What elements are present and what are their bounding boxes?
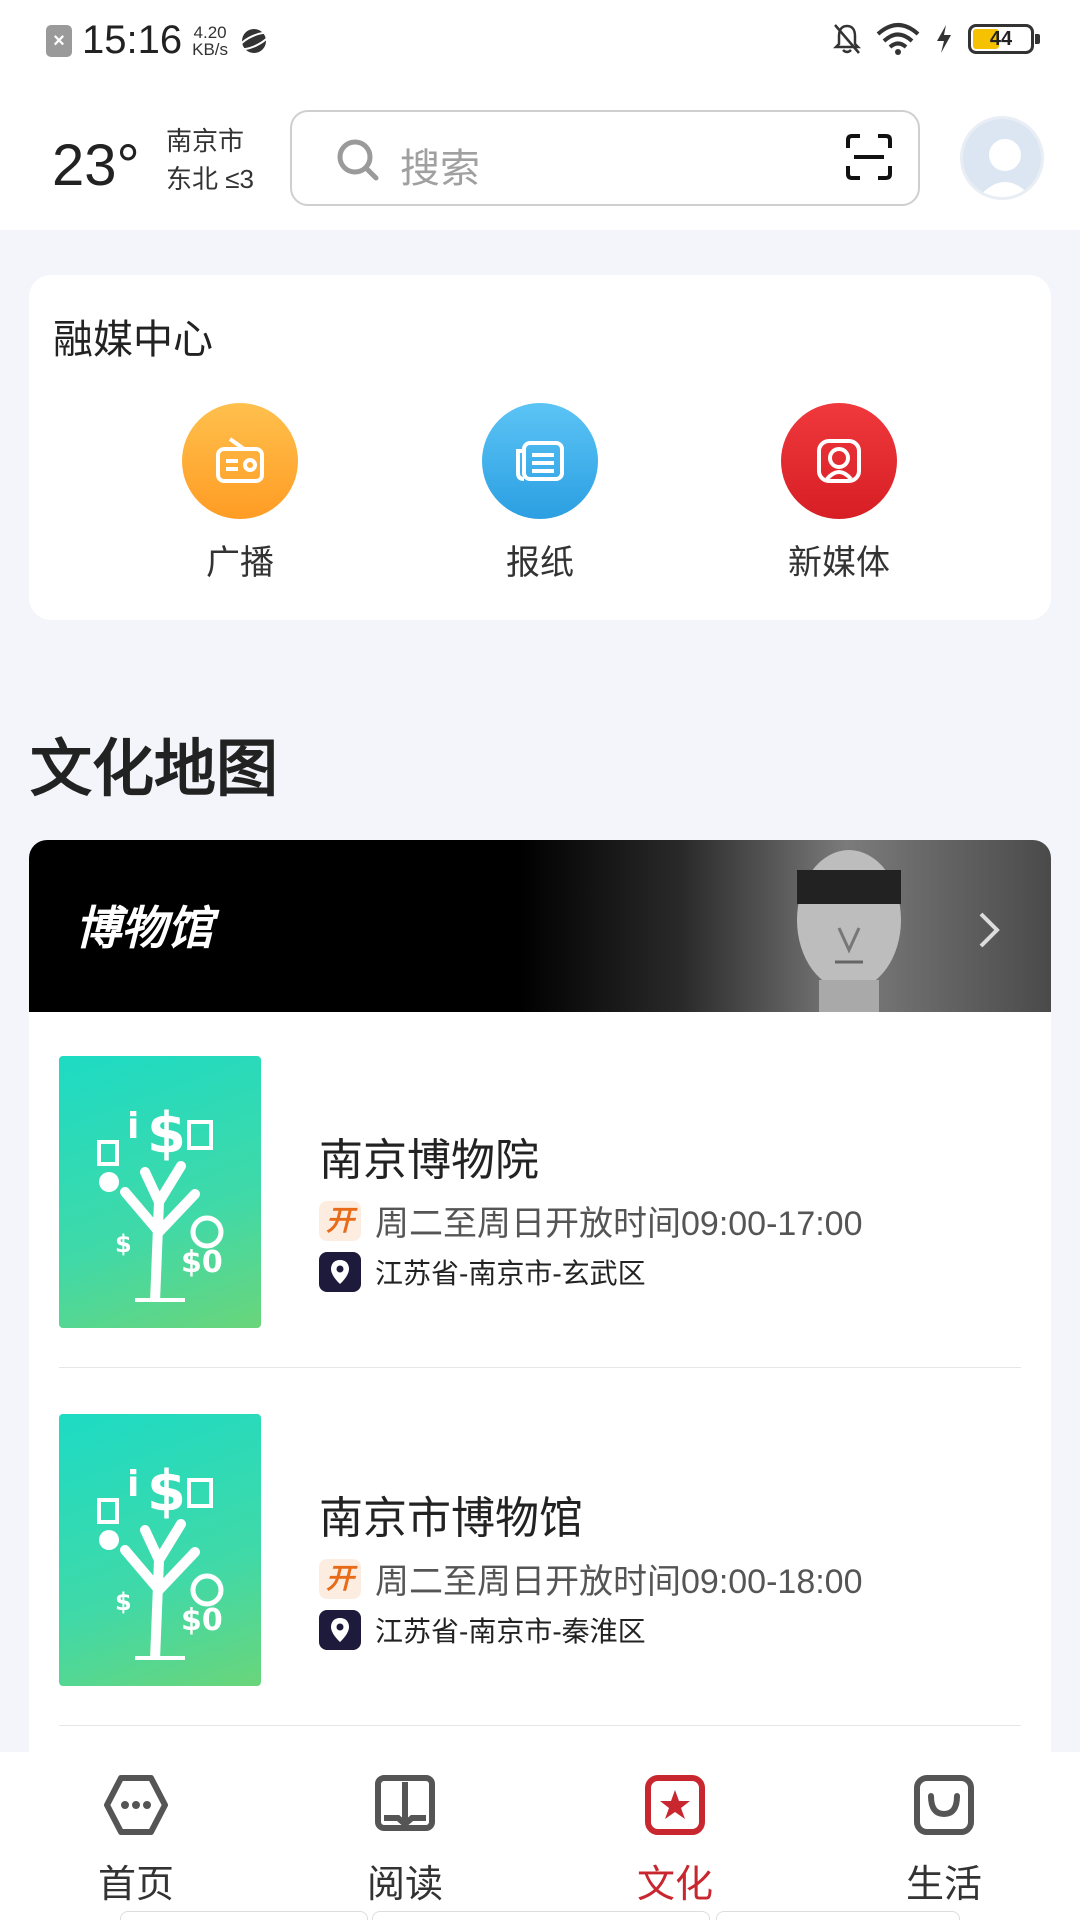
nav-item-home[interactable]: 首页 — [56, 1772, 216, 1908]
list-item[interactable]: $ i $0 $ 南京博物院 开 周二至周日开放时间09:00-17:00 江苏… — [59, 1024, 1021, 1354]
search-input[interactable]: 搜索 — [290, 110, 920, 206]
list-item[interactable]: $ i $0 $ 南京市博物馆 开 周二至周日开放时间09:00-18:00 江… — [59, 1382, 1021, 1712]
museum-thumbnail: $ i $0 $ — [59, 1056, 261, 1328]
museum-thumbnail: $ i $0 $ — [59, 1414, 261, 1686]
new-media-icon — [781, 403, 897, 519]
media-item-radio[interactable]: 广播 — [160, 403, 320, 584]
museum-address-text: 江苏省-南京市-秦淮区 — [375, 1616, 646, 1647]
book-icon — [375, 1775, 435, 1831]
media-label-new-media: 新媒体 — [788, 544, 890, 582]
svg-text:i: i — [127, 1106, 139, 1147]
avatar[interactable] — [960, 116, 1044, 200]
city-name: 南京市 — [166, 126, 245, 156]
status-time: 15:16 — [82, 18, 183, 62]
svg-text:$: $ — [115, 1230, 132, 1258]
tab-peek — [372, 1911, 710, 1920]
bottom-nav: 首页 阅读 文化 生活 — [0, 1752, 1080, 1920]
nav-label-culture: 文化 — [636, 1864, 713, 1906]
media-label-radio: 广播 — [206, 544, 274, 582]
museum-hours: 开 周二至周日开放时间09:00-18:00 — [319, 1554, 863, 1603]
media-item-newspaper[interactable]: 报纸 — [460, 403, 620, 584]
culture-map-title: 文化地图 — [30, 735, 279, 804]
notification-close-icon: × — [46, 24, 72, 57]
svg-text:i: i — [127, 1464, 139, 1505]
media-label-newspaper: 报纸 — [506, 544, 574, 582]
scan-icon[interactable] — [844, 132, 894, 182]
wifi-icon — [876, 23, 920, 55]
divider — [59, 1725, 1021, 1726]
museum-hours: 开 周二至周日开放时间09:00-17:00 — [319, 1196, 863, 1245]
nav-item-life[interactable]: 生活 — [864, 1772, 1024, 1908]
media-center-title: 融媒中心 — [53, 318, 213, 362]
nav-item-culture[interactable]: 文化 — [595, 1772, 755, 1908]
nav-label-life: 生活 — [905, 1864, 982, 1906]
museum-hours-text: 周二至周日开放时间09:00-18:00 — [375, 1563, 863, 1601]
tab-peek — [120, 1911, 368, 1920]
status-bar: × 15:16 4.20 KB/s 44 — [0, 0, 1080, 90]
charging-icon — [937, 25, 951, 53]
user-avatar-icon — [978, 139, 1032, 197]
museum-list: 博物馆 $ i $0 $ 南京博物院 开 周二至周日开放时间09:00-17:0… — [29, 840, 1051, 1760]
media-center-card: 融媒中心 广播 报纸 新媒体 — [29, 275, 1051, 620]
tab-peek — [716, 1911, 960, 1920]
culture-star-icon — [645, 1775, 705, 1835]
location-pin-icon — [319, 1252, 361, 1292]
museum-banner[interactable]: 博物馆 — [29, 840, 1051, 1012]
museum-address-text: 江苏省-南京市-玄武区 — [375, 1258, 646, 1289]
svg-text:$0: $0 — [181, 1603, 223, 1638]
planet-icon — [238, 28, 270, 53]
museum-address: 江苏省-南京市-玄武区 — [319, 1252, 646, 1292]
nav-label-home: 首页 — [97, 1864, 174, 1906]
top-header: 23° 南京市 东北 ≤3 搜索 — [0, 90, 1080, 230]
weather-location[interactable]: 南京市 东北 ≤3 — [166, 122, 254, 198]
money-tree-icon: $ i $0 $ — [97, 1101, 224, 1302]
museum-address: 江苏省-南京市-秦淮区 — [319, 1610, 646, 1650]
open-hours-icon: 开 — [319, 1558, 361, 1599]
banner-label: 博物馆 — [75, 902, 213, 954]
svg-text:$: $ — [147, 1101, 186, 1166]
net-speed-value: 4.20 — [193, 22, 227, 42]
nav-item-read[interactable]: 阅读 — [325, 1772, 485, 1908]
statue-image — [797, 850, 901, 1012]
life-bag-icon — [914, 1775, 974, 1835]
radio-icon — [182, 403, 298, 519]
net-speed-unit: KB/s — [192, 39, 229, 59]
divider — [59, 1367, 1021, 1368]
museum-name: 南京博物院 — [319, 1136, 539, 1185]
svg-text:$: $ — [115, 1588, 132, 1616]
battery-icon: 44 — [968, 24, 1040, 54]
open-hours-icon: 开 — [319, 1200, 361, 1241]
museum-name: 南京市博物馆 — [319, 1494, 583, 1543]
media-item-new-media[interactable]: 新媒体 — [759, 403, 919, 584]
location-pin-icon — [319, 1610, 361, 1650]
net-speed: 4.20 KB/s — [192, 24, 228, 58]
home-icon — [104, 1775, 168, 1835]
museum-hours-text: 周二至周日开放时间09:00-17:00 — [375, 1205, 863, 1243]
search-icon — [337, 139, 379, 181]
chevron-right-icon — [979, 912, 1000, 948]
search-placeholder: 搜索 — [400, 147, 480, 191]
nav-label-read: 阅读 — [366, 1864, 443, 1906]
svg-text:$0: $0 — [181, 1245, 223, 1280]
mute-bell-icon — [832, 24, 862, 54]
svg-text:$: $ — [147, 1459, 186, 1524]
battery-level: 44 — [989, 28, 1013, 50]
money-tree-icon: $ i $0 $ — [97, 1459, 224, 1660]
temperature: 23° — [52, 133, 140, 198]
newspaper-icon — [482, 403, 598, 519]
wind-info: 东北 ≤3 — [166, 164, 254, 194]
